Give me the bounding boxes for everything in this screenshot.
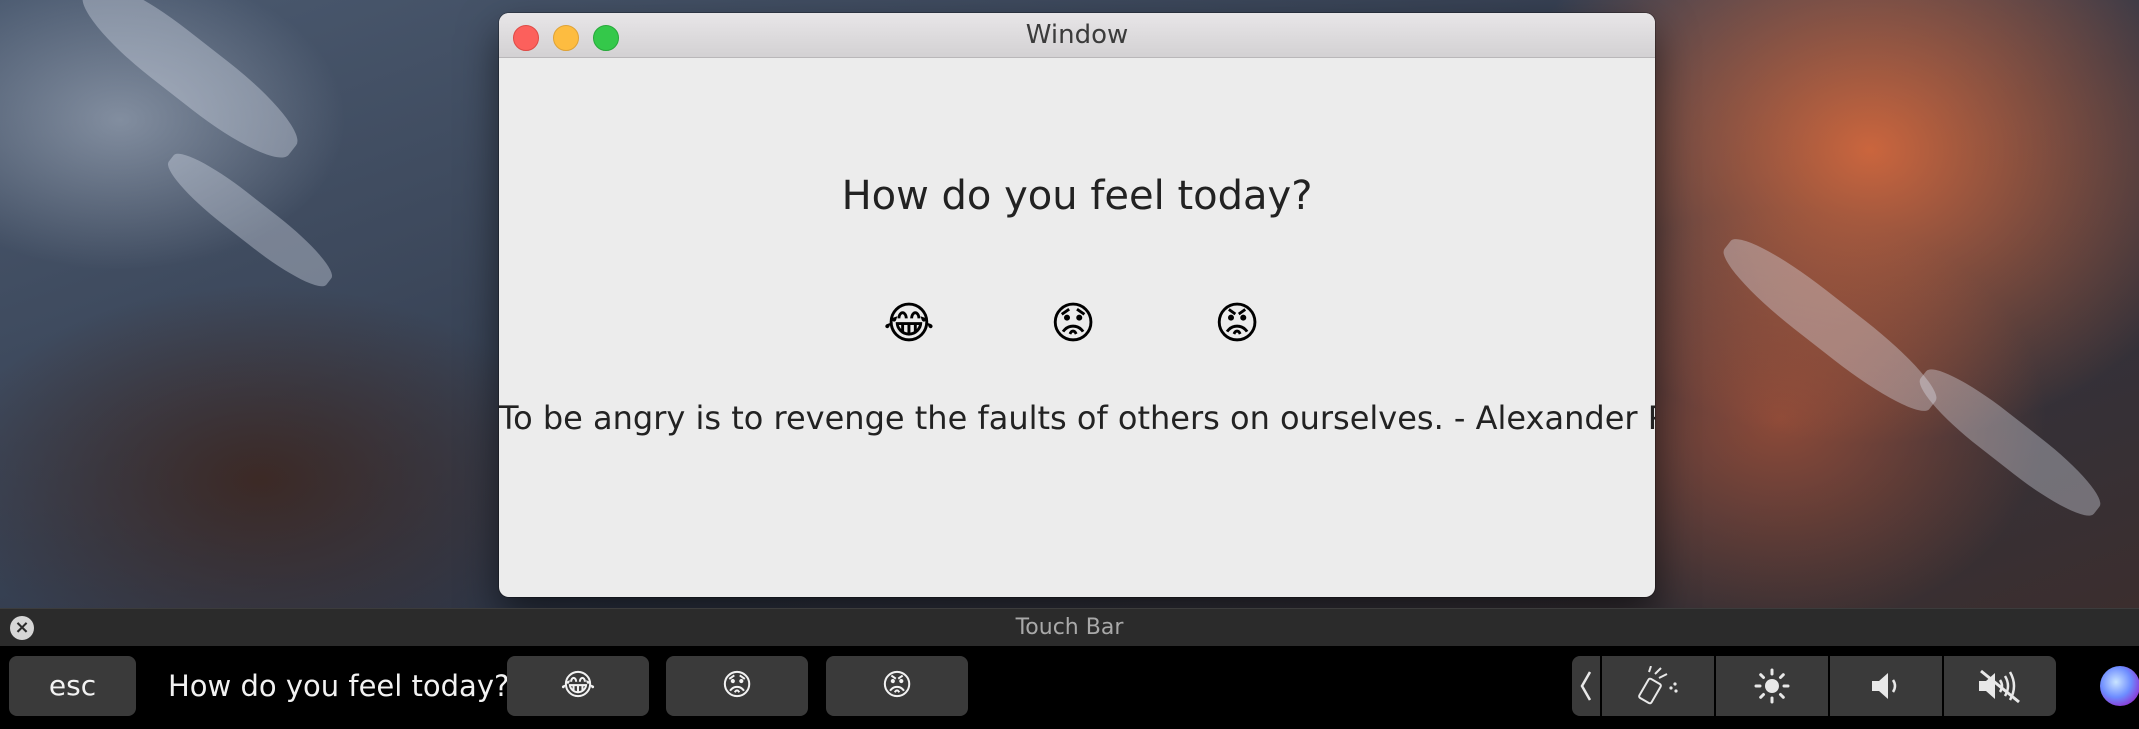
touchbar-emoji-angry-button[interactable]: 😡	[826, 656, 968, 716]
touchbar-prompt-label: How do you feel today?	[168, 669, 510, 703]
brightness-icon[interactable]	[1716, 656, 1828, 716]
touchbar-emoji-laughing-button[interactable]: 😂	[507, 656, 649, 716]
emoji-worried-button[interactable]: 😟	[1045, 296, 1101, 352]
volume-icon[interactable]	[1830, 656, 1942, 716]
control-strip	[1572, 656, 2139, 716]
emoji-laughing-button[interactable]: 😂	[881, 296, 937, 352]
window-title: Window	[1025, 20, 1129, 50]
app-window: Window How do you feel today? 😂 😟 😡 To b…	[499, 13, 1655, 597]
touchbar: esc How do you feel today? 😂 😟 😡	[0, 646, 2139, 729]
collapse-chevron-icon[interactable]	[1572, 656, 1600, 716]
wallpaper-snow-ridge	[1909, 357, 2111, 528]
feeling-question: How do you feel today?	[841, 173, 1313, 219]
wallpaper-snow-ridge	[158, 142, 342, 298]
esc-key[interactable]: esc	[9, 656, 136, 716]
wallpaper-snow-ridge	[1712, 225, 1948, 425]
quote-text: To be angry is to revenge the faults of …	[499, 399, 1655, 437]
touchbar-header-title: Touch Bar	[1015, 615, 1124, 640]
emoji-angry-button[interactable]: 😡	[1209, 296, 1265, 352]
mute-icon[interactable]	[1944, 656, 2056, 716]
wallpaper-snow-ridge	[69, 0, 311, 174]
touchbar-simulator-header: × Touch Bar	[0, 608, 2139, 647]
siri-icon[interactable]	[2100, 666, 2139, 706]
touchbar-emoji-worried-button[interactable]: 😟	[666, 656, 808, 716]
screen-lock-icon[interactable]	[1602, 656, 1714, 716]
window-titlebar[interactable]: Window	[499, 13, 1655, 58]
